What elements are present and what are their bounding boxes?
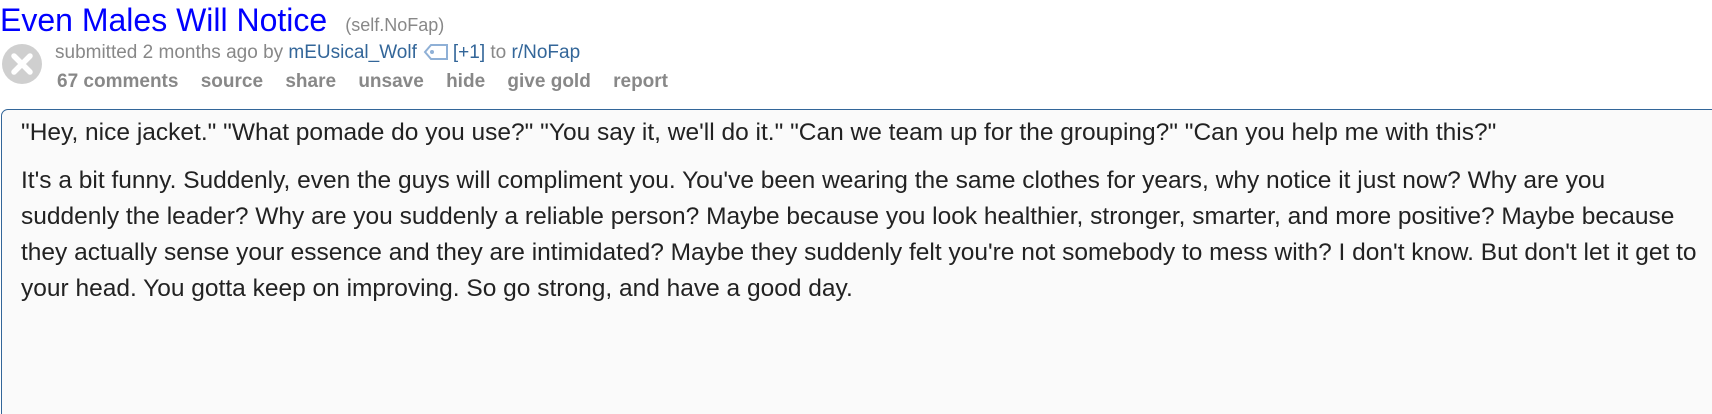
title-row: Even Males Will Notice (self.NoFap) (0, 0, 444, 44)
tagline-to: to (485, 42, 512, 63)
post-domain[interactable]: (self.NoFap) (345, 15, 444, 35)
tagline-prefix: submitted 2 months ago by (55, 42, 289, 63)
selftext-body: "Hey, nice jacket." "What pomade do you … (21, 115, 1701, 319)
post-buttons: 67 comments source share unsave hide giv… (57, 69, 685, 95)
unsave-button[interactable]: unsave (358, 71, 423, 92)
close-icon[interactable] (2, 44, 42, 84)
body-paragraph-2: It's a bit funny. Suddenly, even the guy… (21, 167, 1697, 302)
report-button[interactable]: report (613, 71, 668, 92)
source-button[interactable]: source (201, 71, 263, 92)
author-flair: [+1] (452, 42, 486, 63)
body-paragraph-1: "Hey, nice jacket." "What pomade do you … (21, 119, 1497, 146)
author-link[interactable]: mEUsical_Wolf (288, 42, 416, 63)
subreddit-link[interactable]: r/NoFap (512, 42, 581, 63)
share-button[interactable]: share (285, 71, 336, 92)
tag-icon (423, 43, 449, 69)
selftext-box: "Hey, nice jacket." "What pomade do you … (1, 109, 1712, 414)
post: Even Males Will Notice (self.NoFap) submi… (0, 0, 1712, 414)
give-gold-button[interactable]: give gold (507, 71, 590, 92)
post-title[interactable]: Even Males Will Notice (0, 2, 327, 38)
comments-button[interactable]: 67 comments (57, 71, 178, 92)
hide-button[interactable]: hide (446, 71, 485, 92)
tagline: submitted 2 months ago by mEUsical_Wolf [… (55, 40, 580, 66)
